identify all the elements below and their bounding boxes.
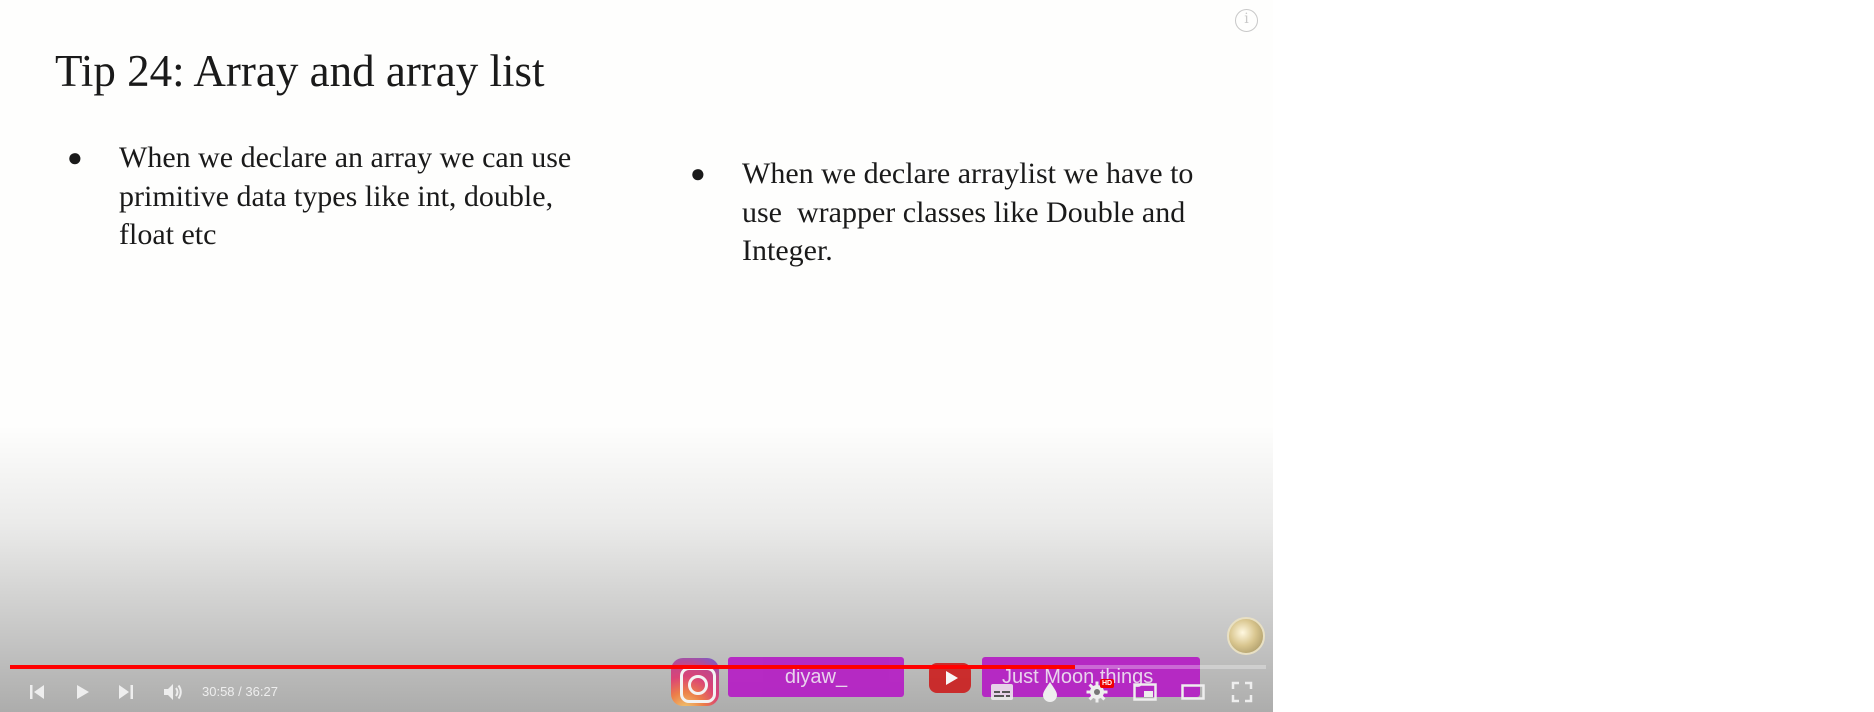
player-controls: 30:58 / 36:27 HD [0, 672, 1273, 712]
bullet-item-arraylist: ● When we declare arraylist we have to u… [690, 155, 1262, 271]
time-display: 30:58 / 36:27 [202, 672, 278, 712]
bullet-line: Integer. [742, 234, 833, 267]
bullet-line: use wrapper classes like Double and [742, 195, 1186, 229]
settings-gear-icon[interactable]: HD [1079, 672, 1115, 712]
time-separator: / [234, 684, 246, 699]
theater-mode-icon[interactable] [1175, 672, 1211, 712]
hd-badge: HD [1100, 679, 1115, 688]
slide-content: Tip 24: Array and array list ● When we d… [0, 0, 1273, 712]
bullet-line: primitive data types like int, double, [119, 179, 554, 213]
bullet-line: float etc [119, 218, 217, 251]
duration: 36:27 [245, 684, 278, 699]
bullet-dot: ● [67, 143, 83, 172]
fullscreen-icon[interactable] [1224, 672, 1260, 712]
progress-played [10, 665, 1076, 669]
progress-bar[interactable] [10, 665, 1266, 669]
skip-next-icon[interactable] [109, 672, 143, 712]
miniplayer-icon[interactable] [1127, 672, 1163, 712]
play-icon[interactable] [65, 672, 99, 712]
info-icon[interactable]: i [1235, 9, 1258, 32]
ambient-mode-icon[interactable] [1032, 672, 1068, 712]
skip-previous-icon[interactable] [20, 672, 54, 712]
bullet-item-array: ● When we declare an array we can use pr… [67, 139, 619, 255]
bullet-line: When we declare arraylist we have to [742, 157, 1194, 190]
bullet-line: When we declare an array we can use [119, 141, 572, 174]
bullet-dot: ● [690, 159, 706, 188]
subtitles-icon[interactable] [984, 672, 1020, 712]
volume-icon[interactable] [155, 672, 191, 712]
current-time: 30:58 [202, 684, 235, 699]
video-player[interactable]: Tip 24: Array and array list ● When we d… [0, 0, 1273, 712]
slide-title: Tip 24: Array and array list [55, 46, 545, 96]
channel-watermark-moon-logo[interactable] [1227, 617, 1265, 655]
